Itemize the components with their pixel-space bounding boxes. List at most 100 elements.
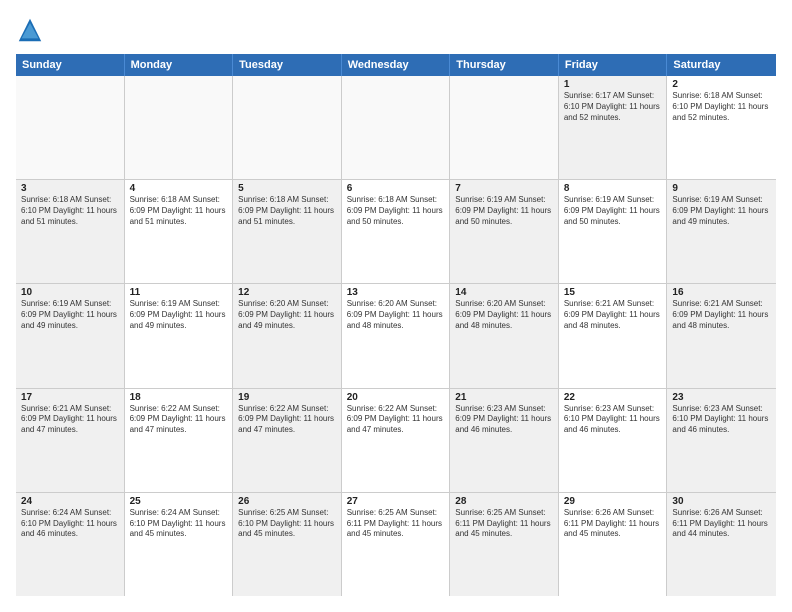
day-info: Sunrise: 6:18 AM Sunset: 6:09 PM Dayligh… [347,195,445,227]
day-number: 14 [455,287,553,298]
day-info: Sunrise: 6:26 AM Sunset: 6:11 PM Dayligh… [672,508,771,540]
cal-week-4: 24Sunrise: 6:24 AM Sunset: 6:10 PM Dayli… [16,493,776,596]
calendar-header: SundayMondayTuesdayWednesdayThursdayFrid… [16,54,776,76]
cal-cell: 18Sunrise: 6:22 AM Sunset: 6:09 PM Dayli… [125,389,234,492]
cal-cell: 29Sunrise: 6:26 AM Sunset: 6:11 PM Dayli… [559,493,668,596]
cal-cell: 19Sunrise: 6:22 AM Sunset: 6:09 PM Dayli… [233,389,342,492]
cal-cell: 30Sunrise: 6:26 AM Sunset: 6:11 PM Dayli… [667,493,776,596]
day-number: 23 [672,392,771,403]
day-number: 7 [455,183,553,194]
cal-cell: 15Sunrise: 6:21 AM Sunset: 6:09 PM Dayli… [559,284,668,387]
cal-cell: 8Sunrise: 6:19 AM Sunset: 6:09 PM Daylig… [559,180,668,283]
cal-cell: 17Sunrise: 6:21 AM Sunset: 6:09 PM Dayli… [16,389,125,492]
cal-cell [450,76,559,179]
cal-cell: 23Sunrise: 6:23 AM Sunset: 6:10 PM Dayli… [667,389,776,492]
cal-cell: 6Sunrise: 6:18 AM Sunset: 6:09 PM Daylig… [342,180,451,283]
day-info: Sunrise: 6:22 AM Sunset: 6:09 PM Dayligh… [130,404,228,436]
day-number: 25 [130,496,228,507]
cal-cell: 3Sunrise: 6:18 AM Sunset: 6:10 PM Daylig… [16,180,125,283]
day-info: Sunrise: 6:24 AM Sunset: 6:10 PM Dayligh… [21,508,119,540]
day-number: 20 [347,392,445,403]
cal-week-3: 17Sunrise: 6:21 AM Sunset: 6:09 PM Dayli… [16,389,776,493]
day-info: Sunrise: 6:18 AM Sunset: 6:10 PM Dayligh… [21,195,119,227]
day-info: Sunrise: 6:20 AM Sunset: 6:09 PM Dayligh… [347,299,445,331]
day-info: Sunrise: 6:18 AM Sunset: 6:10 PM Dayligh… [672,91,771,123]
logo [16,16,48,44]
cal-cell: 11Sunrise: 6:19 AM Sunset: 6:09 PM Dayli… [125,284,234,387]
cal-cell [233,76,342,179]
cal-cell: 13Sunrise: 6:20 AM Sunset: 6:09 PM Dayli… [342,284,451,387]
cal-week-1: 3Sunrise: 6:18 AM Sunset: 6:10 PM Daylig… [16,180,776,284]
day-number: 12 [238,287,336,298]
cal-cell: 28Sunrise: 6:25 AM Sunset: 6:11 PM Dayli… [450,493,559,596]
cal-cell: 12Sunrise: 6:20 AM Sunset: 6:09 PM Dayli… [233,284,342,387]
day-info: Sunrise: 6:18 AM Sunset: 6:09 PM Dayligh… [238,195,336,227]
day-number: 26 [238,496,336,507]
day-number: 16 [672,287,771,298]
day-info: Sunrise: 6:17 AM Sunset: 6:10 PM Dayligh… [564,91,662,123]
header [16,16,776,44]
day-number: 4 [130,183,228,194]
logo-icon [16,16,44,44]
day-number: 29 [564,496,662,507]
day-number: 21 [455,392,553,403]
day-info: Sunrise: 6:22 AM Sunset: 6:09 PM Dayligh… [238,404,336,436]
cal-cell: 5Sunrise: 6:18 AM Sunset: 6:09 PM Daylig… [233,180,342,283]
cal-cell: 1Sunrise: 6:17 AM Sunset: 6:10 PM Daylig… [559,76,668,179]
day-number: 11 [130,287,228,298]
cal-cell: 21Sunrise: 6:23 AM Sunset: 6:09 PM Dayli… [450,389,559,492]
day-number: 15 [564,287,662,298]
cal-cell: 24Sunrise: 6:24 AM Sunset: 6:10 PM Dayli… [16,493,125,596]
cal-header-sunday: Sunday [16,54,125,76]
cal-cell: 7Sunrise: 6:19 AM Sunset: 6:09 PM Daylig… [450,180,559,283]
cal-cell: 22Sunrise: 6:23 AM Sunset: 6:10 PM Dayli… [559,389,668,492]
day-info: Sunrise: 6:23 AM Sunset: 6:10 PM Dayligh… [672,404,771,436]
cal-cell: 10Sunrise: 6:19 AM Sunset: 6:09 PM Dayli… [16,284,125,387]
day-info: Sunrise: 6:19 AM Sunset: 6:09 PM Dayligh… [564,195,662,227]
cal-cell [125,76,234,179]
day-number: 3 [21,183,119,194]
day-info: Sunrise: 6:19 AM Sunset: 6:09 PM Dayligh… [130,299,228,331]
cal-header-friday: Friday [559,54,668,76]
day-info: Sunrise: 6:21 AM Sunset: 6:09 PM Dayligh… [672,299,771,331]
day-info: Sunrise: 6:23 AM Sunset: 6:10 PM Dayligh… [564,404,662,436]
day-number: 1 [564,79,662,90]
day-info: Sunrise: 6:21 AM Sunset: 6:09 PM Dayligh… [21,404,119,436]
day-number: 28 [455,496,553,507]
day-info: Sunrise: 6:25 AM Sunset: 6:11 PM Dayligh… [455,508,553,540]
cal-week-0: 1Sunrise: 6:17 AM Sunset: 6:10 PM Daylig… [16,76,776,180]
cal-header-saturday: Saturday [667,54,776,76]
day-info: Sunrise: 6:20 AM Sunset: 6:09 PM Dayligh… [455,299,553,331]
cal-cell: 2Sunrise: 6:18 AM Sunset: 6:10 PM Daylig… [667,76,776,179]
day-info: Sunrise: 6:25 AM Sunset: 6:11 PM Dayligh… [347,508,445,540]
day-number: 18 [130,392,228,403]
cal-cell: 16Sunrise: 6:21 AM Sunset: 6:09 PM Dayli… [667,284,776,387]
calendar-body: 1Sunrise: 6:17 AM Sunset: 6:10 PM Daylig… [16,76,776,596]
day-number: 8 [564,183,662,194]
calendar: SundayMondayTuesdayWednesdayThursdayFrid… [16,54,776,596]
cal-header-monday: Monday [125,54,234,76]
day-number: 17 [21,392,119,403]
day-info: Sunrise: 6:20 AM Sunset: 6:09 PM Dayligh… [238,299,336,331]
day-info: Sunrise: 6:19 AM Sunset: 6:09 PM Dayligh… [21,299,119,331]
day-number: 10 [21,287,119,298]
cal-cell: 26Sunrise: 6:25 AM Sunset: 6:10 PM Dayli… [233,493,342,596]
cal-cell [342,76,451,179]
day-number: 27 [347,496,445,507]
cal-cell: 20Sunrise: 6:22 AM Sunset: 6:09 PM Dayli… [342,389,451,492]
day-number: 2 [672,79,771,90]
day-info: Sunrise: 6:19 AM Sunset: 6:09 PM Dayligh… [455,195,553,227]
day-info: Sunrise: 6:22 AM Sunset: 6:09 PM Dayligh… [347,404,445,436]
cal-header-wednesday: Wednesday [342,54,451,76]
cal-header-thursday: Thursday [450,54,559,76]
day-number: 9 [672,183,771,194]
day-number: 5 [238,183,336,194]
day-number: 30 [672,496,771,507]
day-info: Sunrise: 6:21 AM Sunset: 6:09 PM Dayligh… [564,299,662,331]
cal-cell: 9Sunrise: 6:19 AM Sunset: 6:09 PM Daylig… [667,180,776,283]
cal-week-2: 10Sunrise: 6:19 AM Sunset: 6:09 PM Dayli… [16,284,776,388]
day-info: Sunrise: 6:24 AM Sunset: 6:10 PM Dayligh… [130,508,228,540]
day-number: 13 [347,287,445,298]
cal-cell: 25Sunrise: 6:24 AM Sunset: 6:10 PM Dayli… [125,493,234,596]
day-number: 19 [238,392,336,403]
